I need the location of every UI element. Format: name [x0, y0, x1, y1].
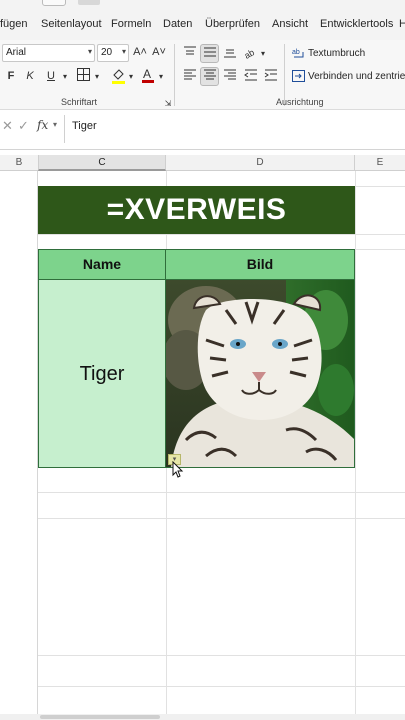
- tab-formeln[interactable]: Formeln: [111, 18, 151, 30]
- scrollbar-thumb[interactable]: [40, 715, 160, 719]
- font-color-icon: A: [142, 67, 154, 83]
- chevron-down-icon[interactable]: ▾: [157, 70, 165, 84]
- decrease-indent-button[interactable]: [243, 68, 259, 86]
- chevron-down-icon[interactable]: ▾: [61, 70, 69, 84]
- image-cell[interactable]: [166, 280, 355, 468]
- ribbon-tabs: fügen Seitenlayout Formeln Daten Überprü…: [0, 10, 405, 40]
- separator: [174, 44, 175, 106]
- title-bar: [0, 0, 405, 10]
- decrease-indent-icon: [244, 69, 257, 81]
- font-group-label: Schriftart: [61, 97, 98, 107]
- align-right-icon: [224, 69, 236, 80]
- font-size-value: 20: [101, 47, 113, 58]
- svg-text:ab: ab: [243, 47, 256, 59]
- text-orientation-icon: ab: [242, 47, 256, 61]
- align-middle-icon: [203, 47, 216, 57]
- wrap-text-button[interactable]: Textumbruch: [308, 48, 365, 59]
- quick-access-toolbar[interactable]: [42, 0, 66, 6]
- grid-line: [38, 234, 405, 235]
- alignment-group-label: Ausrichtung: [276, 97, 324, 107]
- tab-entwicklertools[interactable]: Entwicklertools: [320, 18, 393, 30]
- separator: [64, 115, 65, 143]
- align-middle-button[interactable]: [200, 44, 219, 63]
- formula-bar: ✕ ✓ fx ▾ Tiger: [0, 110, 405, 150]
- align-center-icon: [203, 69, 216, 80]
- align-left-button[interactable]: [181, 68, 199, 86]
- column-header-c[interactable]: C: [38, 155, 166, 171]
- shrink-font-button[interactable]: A˅: [152, 45, 166, 59]
- bold-button[interactable]: F: [5, 69, 17, 83]
- orientation-button[interactable]: ab: [242, 45, 259, 63]
- cancel-icon[interactable]: ✕: [2, 118, 13, 134]
- wrap-text-icon: ab: [292, 46, 306, 63]
- align-top-icon: [184, 46, 196, 55]
- font-size-select[interactable]: 20 ▾: [97, 44, 129, 62]
- font-name-select[interactable]: Arial ▾: [2, 44, 95, 62]
- tab-ueberpruefen[interactable]: Überprüfen: [205, 18, 260, 30]
- grid-line: [355, 171, 356, 720]
- underline-button[interactable]: U: [45, 69, 57, 83]
- dialog-launcher-icon[interactable]: ⇲: [164, 97, 172, 111]
- name-cell[interactable]: Tiger: [38, 280, 166, 468]
- grid-line: [38, 492, 405, 493]
- svg-text:ab: ab: [292, 49, 300, 56]
- font-color-button[interactable]: A: [141, 67, 155, 88]
- paint-bucket-icon: [111, 69, 125, 84]
- tab-seitenlayout[interactable]: Seitenlayout: [41, 18, 102, 30]
- merge-center-icon: [292, 70, 306, 87]
- chevron-down-icon[interactable]: ▾: [93, 70, 101, 84]
- chevron-down-icon: ▾: [121, 47, 126, 56]
- merge-center-button[interactable]: Verbinden und zentrieren: [308, 71, 405, 82]
- grid-line: [38, 686, 405, 687]
- title-cell[interactable]: =XVERWEIS: [38, 186, 355, 234]
- tab-ansicht[interactable]: Ansicht: [272, 18, 308, 30]
- column-header-e[interactable]: E: [355, 155, 405, 171]
- chevron-down-icon: ▾: [87, 47, 92, 56]
- grow-font-button[interactable]: A˄: [133, 45, 147, 59]
- quick-access-item[interactable]: [78, 0, 100, 5]
- borders-icon: [76, 68, 90, 81]
- tab-einfuegen[interactable]: fügen: [0, 18, 28, 30]
- check-icon[interactable]: ✓: [18, 118, 29, 134]
- grid-line: [38, 655, 405, 656]
- header-cell-name[interactable]: Name: [38, 249, 166, 280]
- align-bottom-button[interactable]: [221, 45, 239, 63]
- horizontal-scrollbar[interactable]: [0, 714, 405, 720]
- increase-indent-icon: [264, 69, 277, 81]
- formula-input[interactable]: Tiger: [72, 120, 97, 132]
- chevron-down-icon[interactable]: ▾: [53, 120, 57, 129]
- italic-button[interactable]: K: [24, 69, 36, 83]
- font-name-value: Arial: [6, 47, 27, 58]
- tab-hilfe[interactable]: H: [399, 18, 405, 30]
- align-center-button[interactable]: [200, 67, 219, 86]
- chevron-down-icon[interactable]: ▾: [259, 47, 267, 61]
- column-header-d[interactable]: D: [166, 155, 355, 171]
- insert-function-button[interactable]: fx: [37, 118, 48, 132]
- align-right-button[interactable]: [221, 68, 239, 86]
- increase-indent-button[interactable]: [263, 68, 279, 86]
- grid-line: [38, 518, 405, 519]
- mouse-cursor-icon: [172, 461, 184, 478]
- ribbon: Arial ▾ 20 ▾ A˄ A˅ F K U ▾ ▾ ▾ A ▾ ab ▾: [0, 40, 405, 110]
- borders-button[interactable]: [76, 68, 90, 85]
- chevron-down-icon[interactable]: ▾: [127, 70, 135, 84]
- align-top-button[interactable]: [181, 45, 199, 63]
- align-bottom-icon: [224, 49, 236, 58]
- column-header-b[interactable]: B: [0, 155, 38, 171]
- tab-daten[interactable]: Daten: [163, 18, 192, 30]
- align-left-icon: [184, 69, 196, 80]
- row-header-column: [0, 171, 38, 720]
- header-cell-image[interactable]: Bild: [166, 249, 355, 280]
- fill-color-button[interactable]: [110, 68, 126, 88]
- tiger-image: [166, 280, 354, 467]
- svg-text:A: A: [143, 67, 151, 81]
